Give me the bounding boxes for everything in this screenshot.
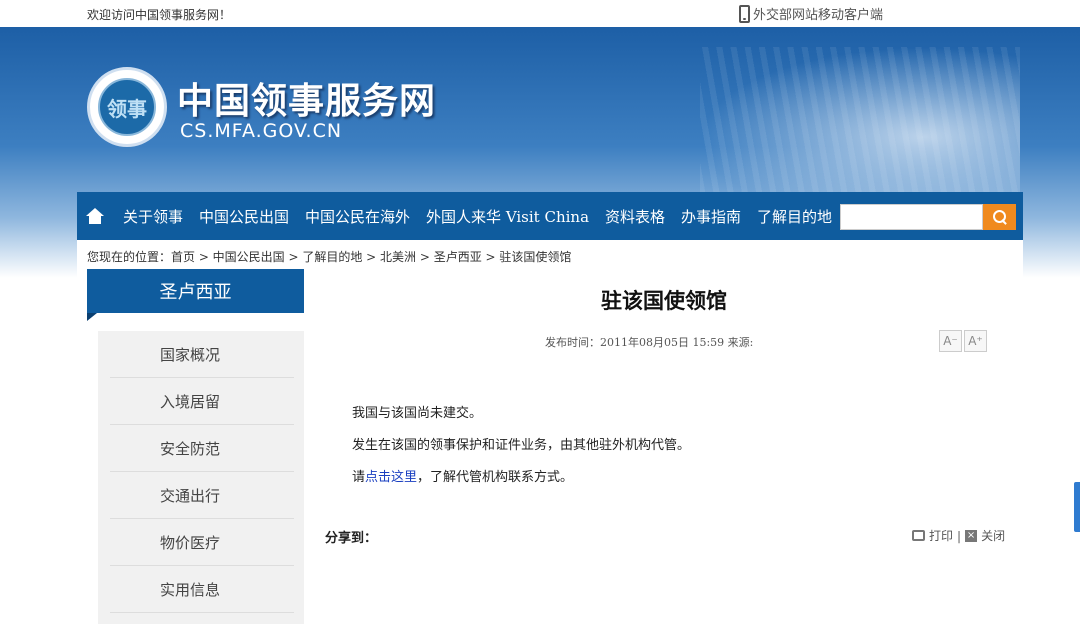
paragraph-prefix: 请 xyxy=(352,470,366,485)
article-meta: 发布时间：2011年08月05日 15:59 来源: xyxy=(545,336,754,349)
main-nav: 关于领事 中国公民出国 中国公民在海外 外国人来华 Visit China 资料… xyxy=(77,192,1023,240)
mobile-client-label: 外交部网站移动客户端 xyxy=(753,8,884,23)
font-increase-button[interactable]: A⁺ xyxy=(964,330,987,352)
search-button[interactable] xyxy=(983,204,1016,230)
nav-item-citizens-overseas[interactable]: 中国公民在海外 xyxy=(305,206,410,227)
top-strip: 欢迎访问中国领事服务网！ 外交部网站移动客户端 xyxy=(0,0,1080,27)
sidebar-item-transport[interactable]: 交通出行 xyxy=(110,472,294,519)
sidebar-list: 国家概况 入境居留 安全防范 交通出行 物价医疗 实用信息 xyxy=(98,331,304,624)
side-float-tab[interactable] xyxy=(1074,482,1080,532)
site-domain: CS.MFA.GOV.CN xyxy=(180,120,343,142)
phone-icon xyxy=(739,4,750,23)
article-title: 驻该国使领馆 xyxy=(601,288,727,313)
tools-divider: | xyxy=(957,528,962,543)
article-paragraph-1: 我国与该国尚未建交。 xyxy=(352,406,483,421)
close-icon[interactable]: × xyxy=(965,529,978,542)
nav-item-guide[interactable]: 办事指南 xyxy=(681,206,741,227)
sidebar-item-country-overview[interactable]: 国家概况 xyxy=(110,331,294,378)
sidebar-item-useful-info[interactable]: 实用信息 xyxy=(110,566,294,613)
breadcrumb: 您现在的位置：首页 > 中国公民出国 > 了解目的地 > 北美洲 > 圣卢西亚 … xyxy=(87,250,572,264)
article-tools: 打印 | × 关闭 xyxy=(912,527,1005,544)
site-title: 中国领事服务网 xyxy=(177,81,437,122)
consular-logo[interactable]: 领事 xyxy=(87,67,167,147)
search-input[interactable] xyxy=(840,204,983,230)
font-decrease-button[interactable]: A⁻ xyxy=(939,330,962,352)
nav-item-about-consular[interactable]: 关于领事 xyxy=(123,206,183,227)
print-button[interactable]: 打印 xyxy=(929,527,953,544)
close-button[interactable]: 关闭 xyxy=(981,527,1005,544)
sidebar-item-entry-residence[interactable]: 入境居留 xyxy=(110,378,294,425)
sidebar-heading: 圣卢西亚 xyxy=(87,269,304,321)
nav-item-visit-china[interactable]: 外国人来华 Visit China xyxy=(426,206,589,227)
mobile-client-link[interactable]: 外交部网站移动客户端 xyxy=(739,4,883,23)
nav-item-citizens-abroad[interactable]: 中国公民出国 xyxy=(199,206,289,227)
welcome-text: 欢迎访问中国领事服务网！ xyxy=(87,8,232,22)
nav-item-forms[interactable]: 资料表格 xyxy=(605,206,665,227)
sidebar-item-prices-medical[interactable]: 物价医疗 xyxy=(110,519,294,566)
nav-item-destinations[interactable]: 了解目的地 xyxy=(757,206,832,227)
click-here-link[interactable]: 点击这里 xyxy=(365,470,417,485)
paragraph-suffix: ，了解代管机构联系方式。 xyxy=(417,470,574,485)
search-icon xyxy=(992,210,1007,224)
article-paragraph-3: 请点击这里，了解代管机构联系方式。 xyxy=(352,466,573,485)
share-label: 分享到： xyxy=(325,531,378,546)
sidebar-item-safety[interactable]: 安全防范 xyxy=(110,425,294,472)
article-paragraph-2: 发生在该国的领事保护和证件业务，由其他驻外机构代管。 xyxy=(352,438,691,453)
logo-emblem: 领事 xyxy=(98,78,156,136)
home-button[interactable] xyxy=(77,192,113,240)
home-icon xyxy=(86,208,104,224)
print-icon[interactable] xyxy=(912,530,925,541)
